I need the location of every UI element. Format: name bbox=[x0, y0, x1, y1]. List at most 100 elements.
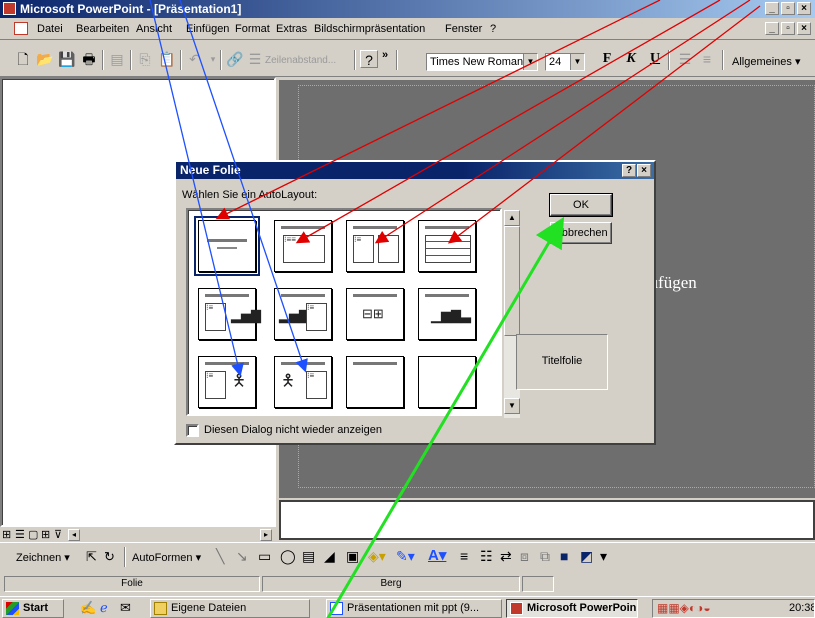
menu-ansicht[interactable]: Ansicht bbox=[136, 23, 172, 35]
new-file-icon[interactable]: 🗋 bbox=[14, 50, 32, 68]
bullets-icon[interactable]: ≡ bbox=[698, 50, 716, 68]
doc-maximize-button[interactable]: ▫ bbox=[781, 22, 795, 35]
outline-view-icon[interactable]: ☰ bbox=[15, 528, 25, 541]
print-icon[interactable]: 🖶 bbox=[80, 50, 98, 68]
font-size-combo[interactable]: 24 ▼ bbox=[545, 53, 585, 71]
start-button[interactable]: Start bbox=[2, 599, 64, 618]
free-rotate-icon[interactable]: ↻ bbox=[104, 549, 115, 565]
chevron-down-icon[interactable]: ▼ bbox=[523, 54, 537, 70]
ie-icon[interactable]: ℯ bbox=[100, 600, 108, 616]
bold-button[interactable]: F bbox=[598, 50, 616, 68]
fill-color-icon[interactable]: ◈▾ bbox=[368, 548, 386, 565]
save-icon[interactable]: 💾 bbox=[58, 50, 76, 68]
outlook-icon[interactable]: ✉ bbox=[120, 600, 131, 616]
layout-chart[interactable]: ▁▆▇▃ bbox=[418, 288, 476, 340]
more-buttons-icon[interactable]: » bbox=[382, 49, 388, 61]
italic-button[interactable]: K bbox=[622, 50, 640, 68]
rectangle-icon[interactable]: ▭ bbox=[258, 548, 271, 565]
slide-view-icon[interactable]: ▢ bbox=[28, 528, 38, 541]
window-titlebar[interactable]: Microsoft PowerPoint - [Präsentation1] _… bbox=[0, 0, 815, 18]
doc-close-button[interactable]: × bbox=[797, 22, 811, 35]
scroll-thumb[interactable] bbox=[504, 226, 520, 336]
layout-text-and-clipart[interactable]: ⁝≡ 🯅 bbox=[198, 356, 256, 408]
draw-menu-button[interactable]: Zeichnen ▾ bbox=[16, 551, 70, 564]
layout-org-chart[interactable]: ⊟⊞ bbox=[346, 288, 404, 340]
arrow-icon[interactable]: ↘ bbox=[236, 548, 248, 565]
line-style-icon[interactable]: ≡ bbox=[460, 548, 468, 564]
maximize-button[interactable]: ▫ bbox=[781, 2, 795, 15]
menu-bildschirmpraesentation[interactable]: Bildschirmpräsentation bbox=[314, 23, 425, 35]
sorter-view-icon[interactable]: ⊞ bbox=[41, 528, 50, 541]
menu-help[interactable]: ? bbox=[490, 23, 496, 35]
line-color-icon[interactable]: ✎▾ bbox=[396, 548, 415, 565]
dialog-close-button[interactable]: × bbox=[637, 164, 651, 177]
scroll-up-icon[interactable]: ▲ bbox=[504, 210, 520, 226]
3d-icon[interactable]: ◩ bbox=[580, 548, 593, 565]
ok-button[interactable]: OK bbox=[549, 193, 613, 217]
task-powerpoint[interactable]: Microsoft PowerPoin... bbox=[506, 599, 638, 618]
close-window-button[interactable]: × bbox=[797, 2, 811, 15]
layout-clipart-and-text[interactable]: 🯅 ⁝≡ bbox=[274, 356, 332, 408]
paste-icon[interactable]: 📋 bbox=[158, 50, 176, 68]
more-icon[interactable]: ▾ bbox=[600, 548, 607, 565]
layout-two-column-text[interactable]: ⁝≡ ⁝≡ bbox=[346, 220, 404, 272]
shadow-icon[interactable]: ■ bbox=[560, 548, 568, 564]
dont-show-again-checkbox[interactable] bbox=[186, 424, 199, 437]
dialog-help-button[interactable]: ? bbox=[622, 164, 636, 177]
scroll-right-icon[interactable]: ▸ bbox=[260, 529, 272, 541]
line-spacing-label[interactable]: Zeilenabstand... bbox=[265, 55, 336, 66]
3d-style-icon[interactable]: ⧉ bbox=[540, 548, 550, 565]
document-icon[interactable] bbox=[14, 22, 28, 35]
font-name-combo[interactable]: Times New Roman ▼ bbox=[426, 53, 538, 71]
layout-title-slide[interactable] bbox=[194, 216, 260, 276]
oval-icon[interactable]: ◯ bbox=[280, 548, 296, 565]
menu-bearbeiten[interactable]: Bearbeiten bbox=[76, 23, 129, 35]
dialog-titlebar[interactable]: Neue Folie ? × bbox=[176, 162, 654, 179]
layout-text-and-chart[interactable]: ⁝≡ ▂▅▇ bbox=[198, 288, 261, 340]
tray-icons[interactable]: ▦▦◈◐◑◒ bbox=[657, 600, 711, 617]
powerpoint-app-icon[interactable] bbox=[3, 2, 16, 15]
notes-pane[interactable] bbox=[279, 500, 815, 540]
normal-view-icon[interactable]: ⊞ bbox=[2, 528, 11, 541]
copy-icon[interactable]: ⎘ bbox=[136, 50, 154, 68]
layout-blank[interactable] bbox=[418, 356, 476, 408]
menu-fenster[interactable]: Fenster bbox=[445, 23, 482, 35]
clipart-insert-icon[interactable]: ▣ bbox=[346, 548, 359, 565]
hyperlink-icon[interactable]: 🔗 bbox=[226, 50, 244, 68]
menu-format[interactable]: Format bbox=[235, 23, 270, 35]
line-spacing-icon[interactable]: ☰ bbox=[246, 50, 264, 68]
shadow-style-icon[interactable]: ⧈ bbox=[520, 548, 529, 565]
undo-icon[interactable]: ↶ bbox=[186, 50, 204, 68]
line-icon[interactable]: ╲ bbox=[216, 548, 224, 565]
scroll-down-icon[interactable]: ▼ bbox=[504, 398, 520, 414]
task-praesentationen[interactable]: Präsentationen mit ppt (9... bbox=[326, 599, 502, 618]
wordart-icon[interactable]: ◢ bbox=[324, 548, 335, 565]
underline-button[interactable]: U bbox=[646, 50, 664, 68]
select-objects-icon[interactable]: ⇱ bbox=[86, 549, 97, 565]
dash-style-icon[interactable]: ☷ bbox=[480, 548, 493, 565]
dont-show-again-label[interactable]: Diesen Dialog nicht wieder anzeigen bbox=[204, 424, 382, 436]
help-icon[interactable]: ? bbox=[360, 50, 378, 68]
doc-minimize-button[interactable]: _ bbox=[765, 22, 779, 35]
textbox-icon[interactable]: ▤ bbox=[302, 548, 315, 565]
arrow-style-icon[interactable]: ⇄ bbox=[500, 548, 512, 565]
preview-icon[interactable]: ▤ bbox=[108, 50, 126, 68]
menu-datei[interactable]: Datei bbox=[37, 23, 63, 35]
layout-chart-and-text[interactable]: ▂▅▇ ⁝≡ bbox=[274, 288, 332, 340]
desktop-icon[interactable]: ✍ bbox=[80, 600, 96, 616]
general-menu-button[interactable]: Allgemeines ▾ bbox=[732, 55, 801, 68]
numbering-icon[interactable]: ☰ bbox=[676, 50, 694, 68]
layout-table[interactable] bbox=[418, 220, 476, 272]
layout-title-only[interactable] bbox=[346, 356, 404, 408]
slideshow-view-icon[interactable]: ⊽ bbox=[54, 528, 62, 541]
minimize-button[interactable]: _ bbox=[765, 2, 779, 15]
menu-extras[interactable]: Extras bbox=[276, 23, 307, 35]
open-folder-icon[interactable]: 📂 bbox=[36, 50, 54, 68]
menu-einfuegen[interactable]: Einfügen bbox=[186, 23, 229, 35]
task-eigene-dateien[interactable]: Eigene Dateien bbox=[150, 599, 310, 618]
layout-bulleted-list[interactable]: ⁝≡≡ bbox=[274, 220, 332, 272]
autoshapes-menu-button[interactable]: AutoFormen ▾ bbox=[132, 551, 201, 564]
scroll-left-icon[interactable]: ◂ bbox=[68, 529, 80, 541]
chevron-down-icon[interactable]: ▼ bbox=[570, 54, 584, 70]
font-color-icon[interactable]: A▾ bbox=[428, 546, 446, 564]
